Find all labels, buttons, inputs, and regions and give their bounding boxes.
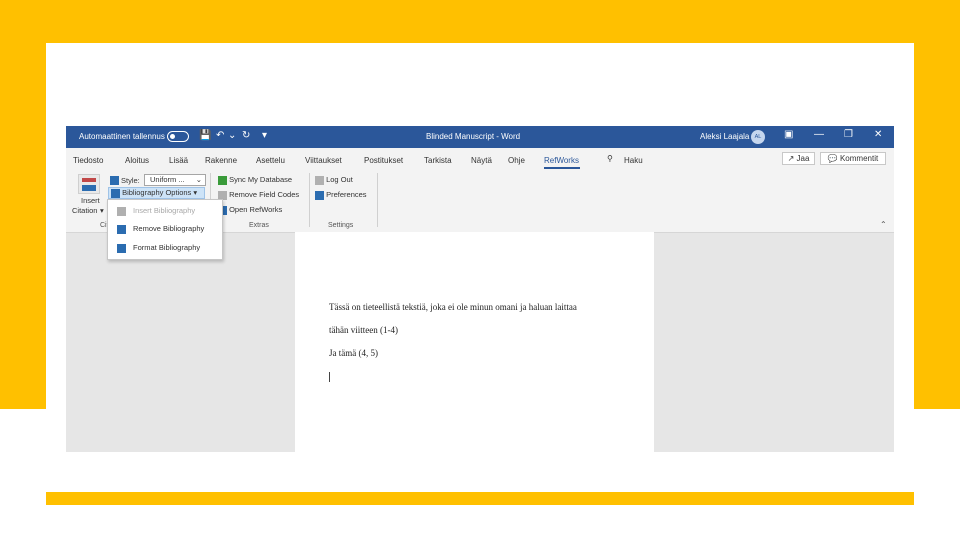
ribbon-display-icon[interactable]: ▣ (784, 129, 793, 140)
open-refworks-label: Open RefWorks (229, 205, 283, 214)
document-title: Blinded Manuscript - Word (426, 132, 521, 141)
tab-viittaukset[interactable]: Viittaukset (305, 156, 342, 165)
bibliography-options-menu: Insert Bibliography Remove Bibliography … (107, 199, 223, 260)
preferences-label: Preferences (326, 190, 367, 199)
comments-button[interactable]: 💬 Kommentit (820, 152, 886, 165)
ribbon-tabs: Tiedosto Aloitus Lisää Rakenne Asettelu … (66, 148, 894, 170)
menu-item-remove-bibliography[interactable]: Remove Bibliography (108, 221, 222, 237)
citation-style-select[interactable]: Uniform ... ⌄ (144, 174, 206, 186)
bibliography-icon (111, 188, 120, 198)
remove-bibliography-icon (117, 225, 126, 234)
collapse-ribbon-icon[interactable]: ⌃ (880, 220, 887, 229)
chevron-down-icon: ⌄ (195, 175, 202, 184)
tab-haku[interactable]: Haku (624, 156, 643, 165)
tab-lisaa[interactable]: Lisää (169, 156, 188, 165)
chevron-down-icon[interactable]: ⌄ (228, 130, 236, 141)
icon-part (82, 178, 96, 182)
menu-item-label: Insert Bibliography (133, 206, 196, 215)
title-bar: Automaattinen tallennus 💾 ↶ ⌄ ↻ ▾ Blinde… (66, 126, 894, 148)
remove-field-codes-button[interactable]: Remove Field Codes (218, 190, 299, 200)
user-name[interactable]: Aleksi Laajala (700, 132, 749, 141)
style-value: Uniform ... (150, 175, 185, 184)
customize-toolbar-icon[interactable]: ▾ (262, 130, 267, 141)
insert-citation-icon[interactable] (78, 174, 100, 194)
tab-aloitus[interactable]: Aloitus (125, 156, 149, 165)
tab-tiedosto[interactable]: Tiedosto (73, 156, 103, 165)
menu-item-label: Format Bibliography (133, 243, 201, 252)
tab-postitukset[interactable]: Postitukset (364, 156, 403, 165)
toggle-knob (170, 134, 175, 139)
slide-right-band (914, 43, 960, 409)
log-out-button[interactable]: Log Out (315, 175, 353, 185)
tab-nayta[interactable]: Näytä (471, 156, 492, 165)
save-icon[interactable]: 💾 (199, 130, 211, 141)
tab-asettelu[interactable]: Asettelu (256, 156, 285, 165)
document-page[interactable]: Tässä on tieteellistä tekstiä, joka ei o… (295, 232, 654, 452)
redo-icon[interactable]: ↻ (242, 130, 250, 141)
slide-bottom-stripe (46, 492, 914, 505)
slide-left-band (0, 43, 46, 409)
comments-label: Kommentit (839, 154, 879, 163)
style-icon-shape (110, 175, 119, 185)
document-paragraph: Ja tämä (4, 5) (329, 348, 378, 358)
restore-icon[interactable]: ❐ (844, 129, 853, 140)
group-separator (309, 173, 310, 227)
autosave-label: Automaattinen tallennus (79, 132, 165, 141)
undo-icon[interactable]: ↶ (216, 130, 224, 141)
open-refworks-button[interactable]: Open RefWorks (218, 205, 282, 215)
tab-tarkista[interactable]: Tarkista (424, 156, 452, 165)
remove-field-codes-label: Remove Field Codes (229, 190, 300, 199)
tab-ohje[interactable]: Ohje (508, 156, 525, 165)
chevron-down-icon: ▾ (193, 188, 198, 197)
insert-bibliography-icon (117, 207, 126, 216)
slide-top-band (0, 0, 960, 43)
avatar[interactable]: AL (751, 130, 765, 144)
log-out-label: Log Out (326, 175, 353, 184)
word-window: Automaattinen tallennus 💾 ↶ ⌄ ↻ ▾ Blinde… (66, 126, 894, 452)
group-separator (377, 173, 378, 227)
group-label-settings: Settings (328, 222, 354, 229)
document-paragraph: tähän viitteen (1-4) (329, 325, 398, 335)
insert-citation-label-2[interactable]: Citation (72, 206, 97, 215)
icon-part (82, 185, 96, 191)
sync-icon (218, 175, 227, 185)
close-icon[interactable]: ✕ (874, 129, 882, 140)
chevron-down-icon[interactable]: ▾ (100, 206, 104, 215)
gear-icon (315, 190, 324, 200)
sync-database-button[interactable]: Sync My Database (218, 175, 292, 185)
active-tab-indicator (544, 167, 580, 169)
bibliography-options-button[interactable]: Bibliography Options ▾ (108, 187, 205, 199)
tab-rakenne[interactable]: Rakenne (205, 156, 237, 165)
user-icon (315, 175, 324, 185)
insert-citation-label[interactable]: Insert (81, 196, 100, 205)
sync-label: Sync My Database (229, 175, 293, 184)
menu-item-insert-bibliography[interactable]: Insert Bibliography (108, 203, 222, 219)
style-label: Style: (121, 176, 140, 185)
tab-refworks[interactable]: RefWorks (544, 156, 579, 165)
search-icon[interactable]: ⚲ (607, 154, 613, 163)
preferences-button[interactable]: Preferences (315, 190, 367, 200)
group-label-extras: Extras (249, 222, 269, 229)
format-bibliography-icon (117, 244, 126, 253)
minimize-icon[interactable]: — (814, 129, 824, 140)
share-button[interactable]: ↗ Jaa (782, 152, 815, 165)
menu-item-format-bibliography[interactable]: Format Bibliography (108, 240, 222, 256)
bibliography-options-label: Bibliography Options (122, 188, 192, 197)
text-cursor (329, 372, 330, 382)
style-icon (110, 175, 119, 185)
share-label: Jaa (796, 154, 810, 163)
autosave-toggle[interactable] (167, 131, 189, 142)
menu-item-label: Remove Bibliography (133, 224, 205, 233)
document-paragraph: Tässä on tieteellistä tekstiä, joka ei o… (329, 302, 577, 312)
